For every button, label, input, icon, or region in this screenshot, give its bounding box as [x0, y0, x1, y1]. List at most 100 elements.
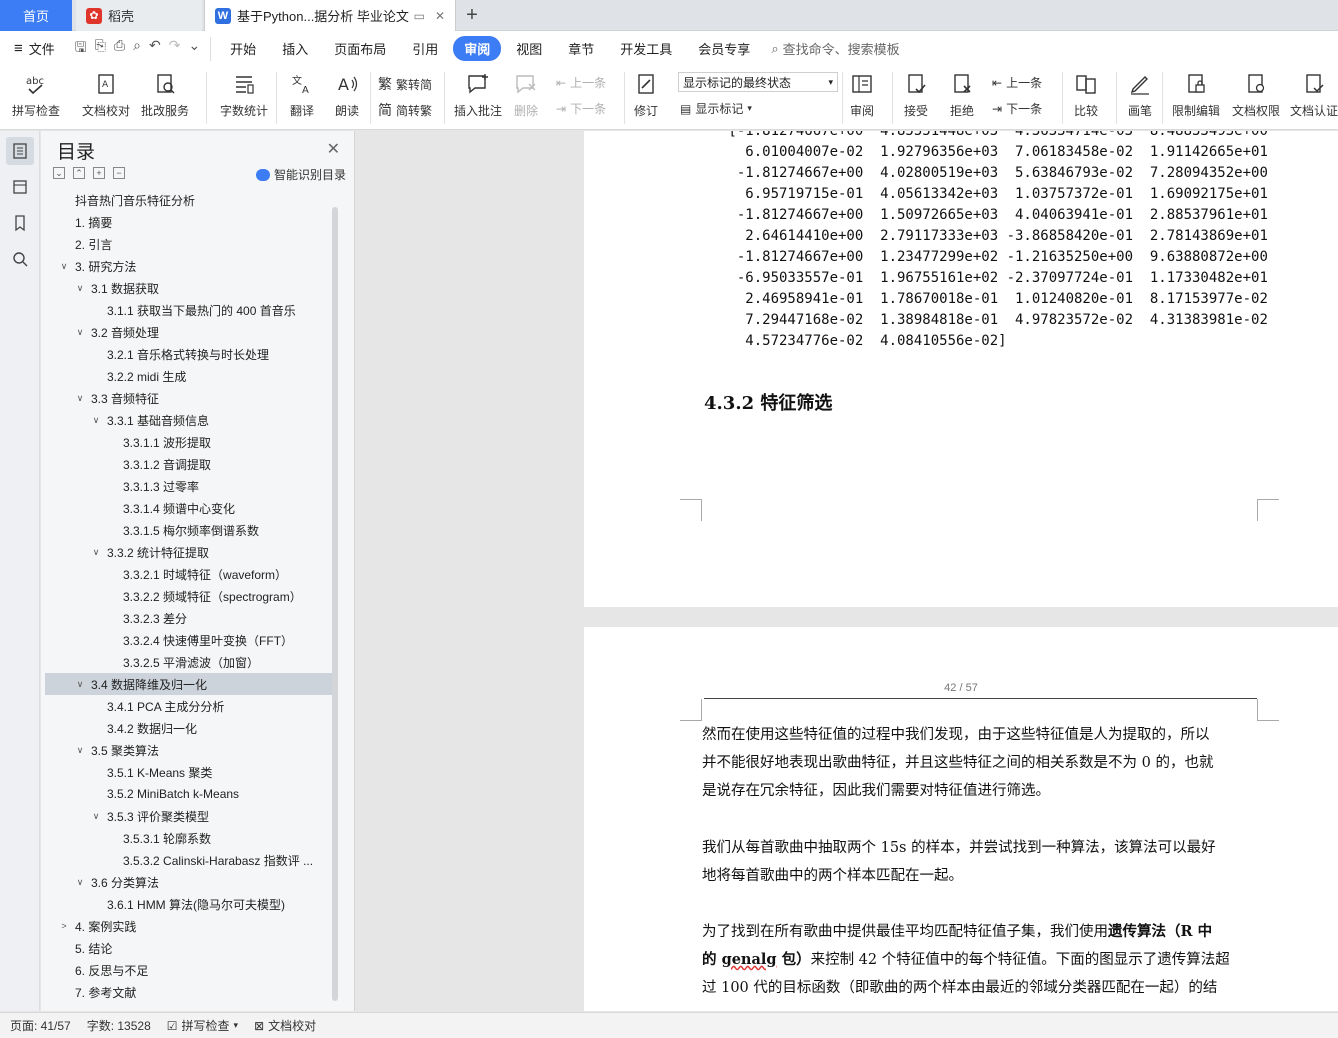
track-changes-button[interactable]: 修订	[632, 70, 660, 119]
close-icon[interactable]: ✕	[327, 139, 340, 159]
reject-button[interactable]: 拒绝	[948, 70, 976, 119]
print-icon[interactable]: ⎙	[114, 37, 125, 61]
toc-item[interactable]: 5. 结论	[45, 937, 333, 959]
toc-item[interactable]: 3.3.1.2 音调提取	[45, 453, 333, 475]
toc-item[interactable]: 抖音热门音乐特征分析	[45, 189, 333, 211]
trad-to-simp-button[interactable]: 繁 繁转简	[378, 74, 432, 94]
tab-home[interactable]: 首页	[0, 0, 72, 31]
expand-level-icon[interactable]: ⌄	[53, 167, 65, 179]
chevron-down-icon[interactable]: ∨	[57, 261, 71, 272]
toc-item[interactable]: 7. 参考文献	[45, 981, 333, 1003]
collapse-all-icon[interactable]: −	[113, 167, 125, 179]
chevron-down-icon[interactable]: ∨	[73, 679, 87, 690]
chevron-right-icon[interactable]: >	[57, 921, 71, 931]
prev-change-button[interactable]: ⇤ 上一条	[992, 74, 1042, 91]
next-change-button[interactable]: ⇥ 下一条	[992, 100, 1042, 117]
toc-item[interactable]: 3.5.3.2 Calinski-Harabasz 指数评 ...	[45, 849, 333, 871]
toc-item[interactable]: 3.5.2 MiniBatch k-Means	[45, 783, 333, 805]
chevron-down-icon[interactable]: ∨	[89, 415, 103, 426]
tab-daoke[interactable]: ✿ 稻壳	[76, 0, 202, 31]
doc-proof-button[interactable]: A 文档校对	[82, 70, 130, 119]
markup-state-select[interactable]: 显示标记的最终状态 ▾	[678, 72, 838, 92]
toc-item[interactable]: 6. 反思与不足	[45, 959, 333, 981]
toc-item[interactable]: 3.3.1.3 过零率	[45, 475, 333, 497]
toc-item[interactable]: ∨ 3.6 分类算法	[45, 871, 333, 893]
toc-item[interactable]: 3.4.1 PCA 主成分分析	[45, 695, 333, 717]
collapse-level-icon[interactable]: ⌃	[73, 167, 85, 179]
toc-panel-icon[interactable]	[6, 137, 34, 165]
chevron-down-icon[interactable]: ∨	[73, 877, 87, 888]
tab-page-layout[interactable]: 页面布局	[323, 36, 397, 61]
tab-references[interactable]: 引用	[401, 36, 449, 61]
review-button[interactable]: 审阅	[848, 70, 876, 119]
toc-item[interactable]: 3.1.1 获取当下最热门的 400 首音乐	[45, 299, 333, 321]
toc-item[interactable]: ∨ 3.3 音频特征	[45, 387, 333, 409]
chevron-down-icon[interactable]: ∨	[89, 547, 103, 558]
toc-item[interactable]: ∨ 3.5.3 评价聚类模型	[45, 805, 333, 827]
toc-item[interactable]: ∨ 3.4 数据降维及归一化	[45, 673, 333, 695]
toc-item[interactable]: 3.3.2.4 快速傅里叶变换（FFT）	[45, 629, 333, 651]
toc-scrollbar[interactable]	[332, 207, 338, 1001]
word-count[interactable]: 字数: 13528	[87, 1017, 151, 1034]
toc-item[interactable]: ∨ 3.2 音频处理	[45, 321, 333, 343]
toc-item[interactable]: 3.2.1 音乐格式转换与时长处理	[45, 343, 333, 365]
tab-member[interactable]: 会员专享	[687, 36, 761, 61]
toc-item[interactable]: 3.6.1 HMM 算法(隐马尔可夫模型)	[45, 893, 333, 915]
word-count-button[interactable]: 字数统计	[220, 70, 268, 119]
chevron-down-icon[interactable]: ∨	[73, 745, 87, 756]
float-window-icon[interactable]: ▭	[414, 9, 425, 23]
toc-item[interactable]: 3.3.2.1 时域特征（waveform）	[45, 563, 333, 585]
toc-item[interactable]: ∨ 3. 研究方法	[45, 255, 333, 277]
pen-button[interactable]: 画笔	[1126, 70, 1154, 119]
redo-icon[interactable]: ↷	[169, 37, 181, 61]
translate-button[interactable]: 文A 翻译	[288, 70, 316, 119]
toc-item[interactable]: 3.3.2.3 差分	[45, 607, 333, 629]
restrict-edit-button[interactable]: 限制编辑	[1172, 70, 1220, 119]
doc-certify-button[interactable]: 文档认证	[1290, 70, 1338, 119]
toc-item[interactable]: ∨ 3.1 数据获取	[45, 277, 333, 299]
customize-chevron-icon[interactable]: ⌄	[188, 37, 200, 61]
toc-item[interactable]: 3.4.2 数据归一化	[45, 717, 333, 739]
show-markup-button[interactable]: ▤ 显示标记 ▾	[680, 100, 752, 117]
toc-item[interactable]: ∨ 3.3.1 基础音频信息	[45, 409, 333, 431]
chevron-down-icon[interactable]: ∨	[89, 811, 103, 822]
status-doc-proof[interactable]: ⊠ 文档校对	[254, 1017, 316, 1034]
tab-view[interactable]: 视图	[505, 36, 553, 61]
tab-insert[interactable]: 插入	[271, 36, 319, 61]
prev-comment-button[interactable]: ⇤ 上一条	[556, 74, 606, 91]
save-icon[interactable]: 🖫	[75, 37, 87, 61]
toc-item[interactable]: 3.2.2 midi 生成	[45, 365, 333, 387]
toc-item[interactable]: 3.5.1 K-Means 聚类	[45, 761, 333, 783]
accept-button[interactable]: 接受	[902, 70, 930, 119]
search-icon[interactable]	[6, 245, 34, 273]
smart-toc-button[interactable]: 智能识别目录	[255, 166, 346, 183]
toc-item[interactable]: 3.3.1.1 波形提取	[45, 431, 333, 453]
simp-to-trad-button[interactable]: 简 简转繁	[378, 100, 432, 120]
compare-button[interactable]: 比较	[1072, 70, 1100, 119]
chapter-nav-icon[interactable]	[6, 173, 34, 201]
export-pdf-icon[interactable]: ⎘	[95, 37, 106, 61]
command-search[interactable]: ⌕ 查找命令、搜索模板	[771, 39, 899, 58]
toc-item[interactable]: 3.3.1.4 频谱中心变化	[45, 497, 333, 519]
chevron-down-icon[interactable]: ∨	[73, 393, 87, 404]
undo-icon[interactable]: ↶	[149, 37, 161, 61]
toc-item[interactable]: >4. 案例实践	[45, 915, 333, 937]
misspelled-word[interactable]: genalg	[722, 951, 777, 968]
spell-check-button[interactable]: abc 拼写检查	[12, 70, 60, 119]
chevron-down-icon[interactable]: ∨	[73, 327, 87, 338]
tab-start[interactable]: 开始	[219, 36, 267, 61]
print-preview-icon[interactable]: ⌕	[133, 37, 141, 61]
toc-item[interactable]: 3.5.3.1 轮廓系数	[45, 827, 333, 849]
next-comment-button[interactable]: ⇥ 下一条	[556, 100, 606, 117]
tab-document[interactable]: W 基于Python...据分析 毕业论文 ▭ ✕	[204, 0, 456, 31]
new-tab-button[interactable]: +	[458, 0, 486, 31]
tab-review[interactable]: 审阅	[453, 36, 502, 61]
tab-section[interactable]: 章节	[557, 36, 605, 61]
status-spell-check[interactable]: ☑ 拼写检查 ▾	[167, 1017, 238, 1034]
expand-all-icon[interactable]: +	[93, 167, 105, 179]
doc-permission-button[interactable]: 文档权限	[1232, 70, 1280, 119]
close-tab-icon[interactable]: ✕	[435, 9, 445, 23]
file-menu[interactable]: ≡ 文件	[0, 39, 65, 58]
toc-item[interactable]: 2. 引言	[45, 233, 333, 255]
toc-item[interactable]: ∨ 3.3.2 统计特征提取	[45, 541, 333, 563]
